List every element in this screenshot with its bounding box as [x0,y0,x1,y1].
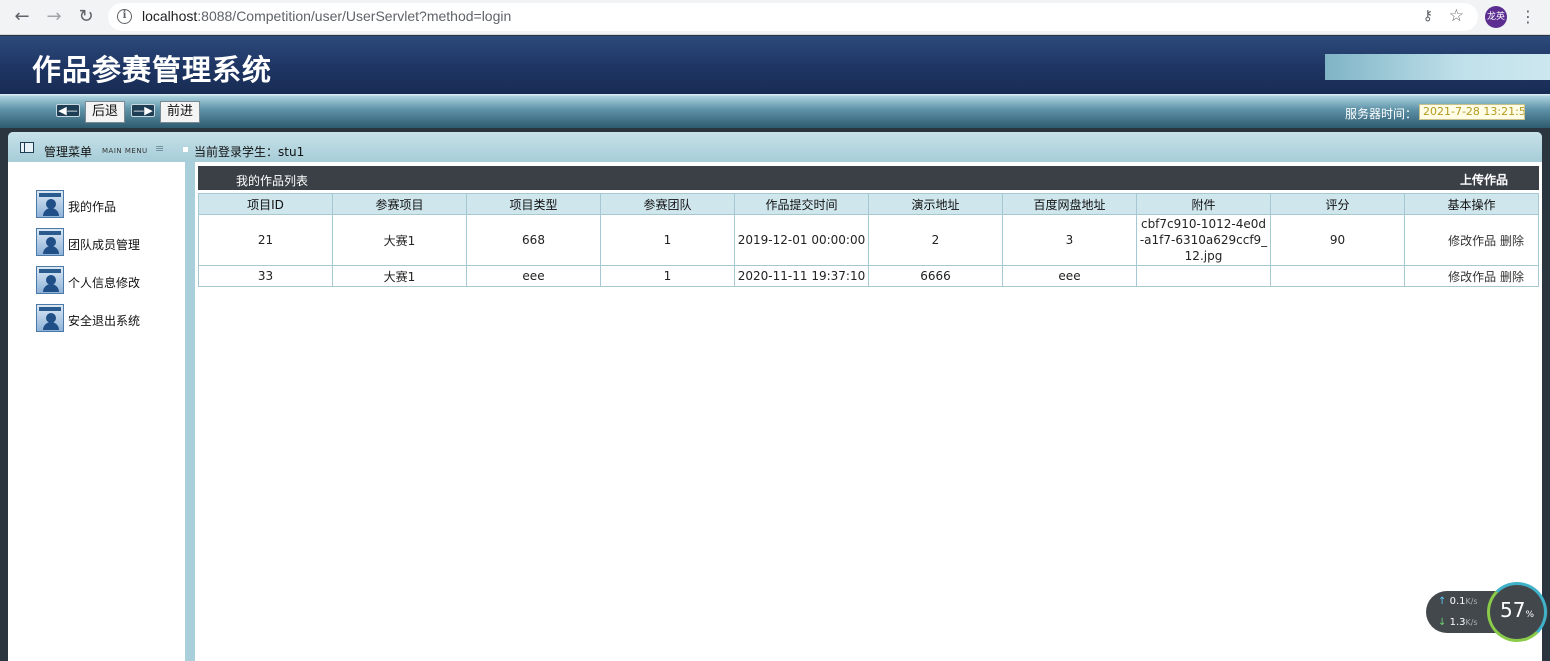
column-header: 参赛团队 [600,193,735,215]
column-header: 基本操作 [1404,193,1539,215]
current-user-text: 当前登录学生：stu1 [194,145,305,159]
bullet-icon [183,147,188,152]
forward-arrow-icon[interactable]: —▶ [131,104,155,117]
cell-submit-time: 2019-12-01 00:00:00 [734,214,869,266]
column-header: 评分 [1270,193,1405,215]
user-icon [36,266,64,294]
column-header: 百度网盘地址 [1002,193,1137,215]
user-icon [36,228,64,256]
profile-avatar[interactable]: 龙英 [1485,6,1507,28]
back-button[interactable]: 后退 [85,101,126,123]
edit-work-link[interactable]: 修改作品 [1448,234,1496,248]
table-row: 33 大赛1 eee 1 2020-11-11 19:37:10 6666 ee… [198,265,1539,287]
cell-id: 21 [198,214,333,266]
delete-work-link[interactable]: 删除 [1500,234,1524,248]
sidebar-item-label: 个人信息修改 [68,276,141,290]
browser-toolbar: ← → ↻ i localhost:8088/Competition/user/… [0,0,1550,35]
speed-unit: K/s [1465,597,1478,606]
delete-work-link[interactable]: 删除 [1500,270,1524,284]
back-arrow-icon[interactable]: ◀— [56,104,80,117]
list-title: 我的作品列表 [236,174,309,188]
sidebar-item-label: 我的作品 [68,200,117,214]
sidebar-divider [185,162,195,661]
cpu-usage-value: 57% [1490,598,1544,622]
download-speed-value: 1.3 [1449,617,1466,628]
column-header: 附件 [1136,193,1271,215]
bookmark-star-icon[interactable]: ☆ [1449,6,1464,26]
cpu-unit: % [1525,610,1534,620]
menu-subtitle: MAIN MENU [102,147,148,155]
server-time-label: 服务器时间： [1345,107,1418,121]
menu-lines-icon: ≡ [155,142,165,155]
info-icon[interactable]: i [117,9,132,24]
main-content: 我的作品列表 上传作品 项目ID 参赛项目 项目类型 参赛团队 作品提交时间 演… [195,162,1542,661]
sidebar-item-my-works[interactable]: 我的作品 [36,190,176,220]
upload-speed: ↑ 0.1K/s [1438,596,1478,607]
cell-score: 90 [1270,214,1405,266]
cell-demo: 6666 [868,265,1003,287]
cell-team: 1 [600,265,735,287]
download-arrow-icon: ↓ [1438,617,1447,628]
sidebar-item-label: 团队成员管理 [68,238,141,252]
user-icon [36,304,64,332]
cell-type: 668 [466,214,601,266]
column-header: 项目ID [198,193,333,215]
url-path: :8088/Competition/user/UserServlet?metho… [197,8,512,24]
forward-arrow-icon[interactable]: → [42,6,66,28]
forward-button[interactable]: 前进 [160,101,201,123]
table-header-row: 项目ID 参赛项目 项目类型 参赛团队 作品提交时间 演示地址 百度网盘地址 附… [198,193,1539,215]
cell-actions: 修改作品 删除 [1404,265,1539,287]
user-icon [36,190,64,218]
content-topbar: 管理菜单 MAIN MENU ≡ 当前登录学生：stu1 [8,132,1542,162]
sidebar-item-label: 安全退出系统 [68,314,141,328]
address-bar[interactable]: i localhost:8088/Competition/user/UserSe… [108,3,1478,31]
cell-id: 33 [198,265,333,287]
cell-attachment: cbf7c910-1012-4e0d-a1f7-6310a629ccf9_12.… [1136,214,1271,266]
sidebar-item-profile[interactable]: 个人信息修改 [36,266,176,296]
browser-menu-icon[interactable]: ⋮ [1520,6,1536,28]
table-row: 21 大赛1 668 1 2019-12-01 00:00:00 2 3 cbf… [198,214,1539,266]
upload-speed-value: 0.1 [1449,596,1466,607]
back-arrow-icon[interactable]: ← [10,6,34,28]
menu-title: 管理菜单 [44,145,93,159]
app-header: 作品参赛管理系统 [0,36,1550,94]
app-toolbar: ◀— 后退 —▶ 前进 服务器时间： 2021-7-28 13:21:5 [0,94,1550,128]
cpu-usage-gauge[interactable]: 57% [1487,582,1547,642]
cpu-number: 57 [1499,598,1526,622]
column-header: 演示地址 [868,193,1003,215]
server-time-value: 2021-7-28 13:21:5 [1419,104,1525,120]
column-header: 作品提交时间 [734,193,869,215]
cell-actions: 修改作品 删除 [1404,214,1539,266]
sidebar-item-team-members[interactable]: 团队成员管理 [36,228,176,258]
upload-arrow-icon: ↑ [1438,596,1447,607]
reload-icon[interactable]: ↻ [74,6,98,28]
cell-demo: 2 [868,214,1003,266]
cell-team: 1 [600,214,735,266]
list-header-bar: 我的作品列表 上传作品 [198,166,1539,190]
column-header: 项目类型 [466,193,601,215]
sidebar: 我的作品 团队成员管理 个人信息修改 安全退出系统 [8,162,185,661]
download-speed: ↓ 1.3K/s [1438,617,1478,628]
key-icon[interactable]: ⚷ [1423,8,1433,24]
url-text[interactable]: localhost:8088/Competition/user/UserServ… [142,8,511,24]
cell-type: eee [466,265,601,287]
header-decoration [1325,54,1550,80]
sidebar-item-logout[interactable]: 安全退出系统 [36,304,176,334]
app-title: 作品参赛管理系统 [32,53,273,87]
cell-score [1270,265,1405,287]
column-header: 参赛项目 [332,193,467,215]
upload-work-button[interactable]: 上传作品 [1460,171,1508,188]
cell-pan: eee [1002,265,1137,287]
works-table: 项目ID 参赛项目 项目类型 参赛团队 作品提交时间 演示地址 百度网盘地址 附… [198,193,1539,287]
cell-project: 大赛1 [332,214,467,266]
cell-submit-time: 2020-11-11 19:37:10 [734,265,869,287]
edit-work-link[interactable]: 修改作品 [1448,270,1496,284]
cell-project: 大赛1 [332,265,467,287]
url-host: localhost [142,8,198,24]
cell-pan: 3 [1002,214,1137,266]
menu-panel-icon [20,142,34,153]
cell-attachment [1136,265,1271,287]
speed-unit: K/s [1465,618,1478,627]
